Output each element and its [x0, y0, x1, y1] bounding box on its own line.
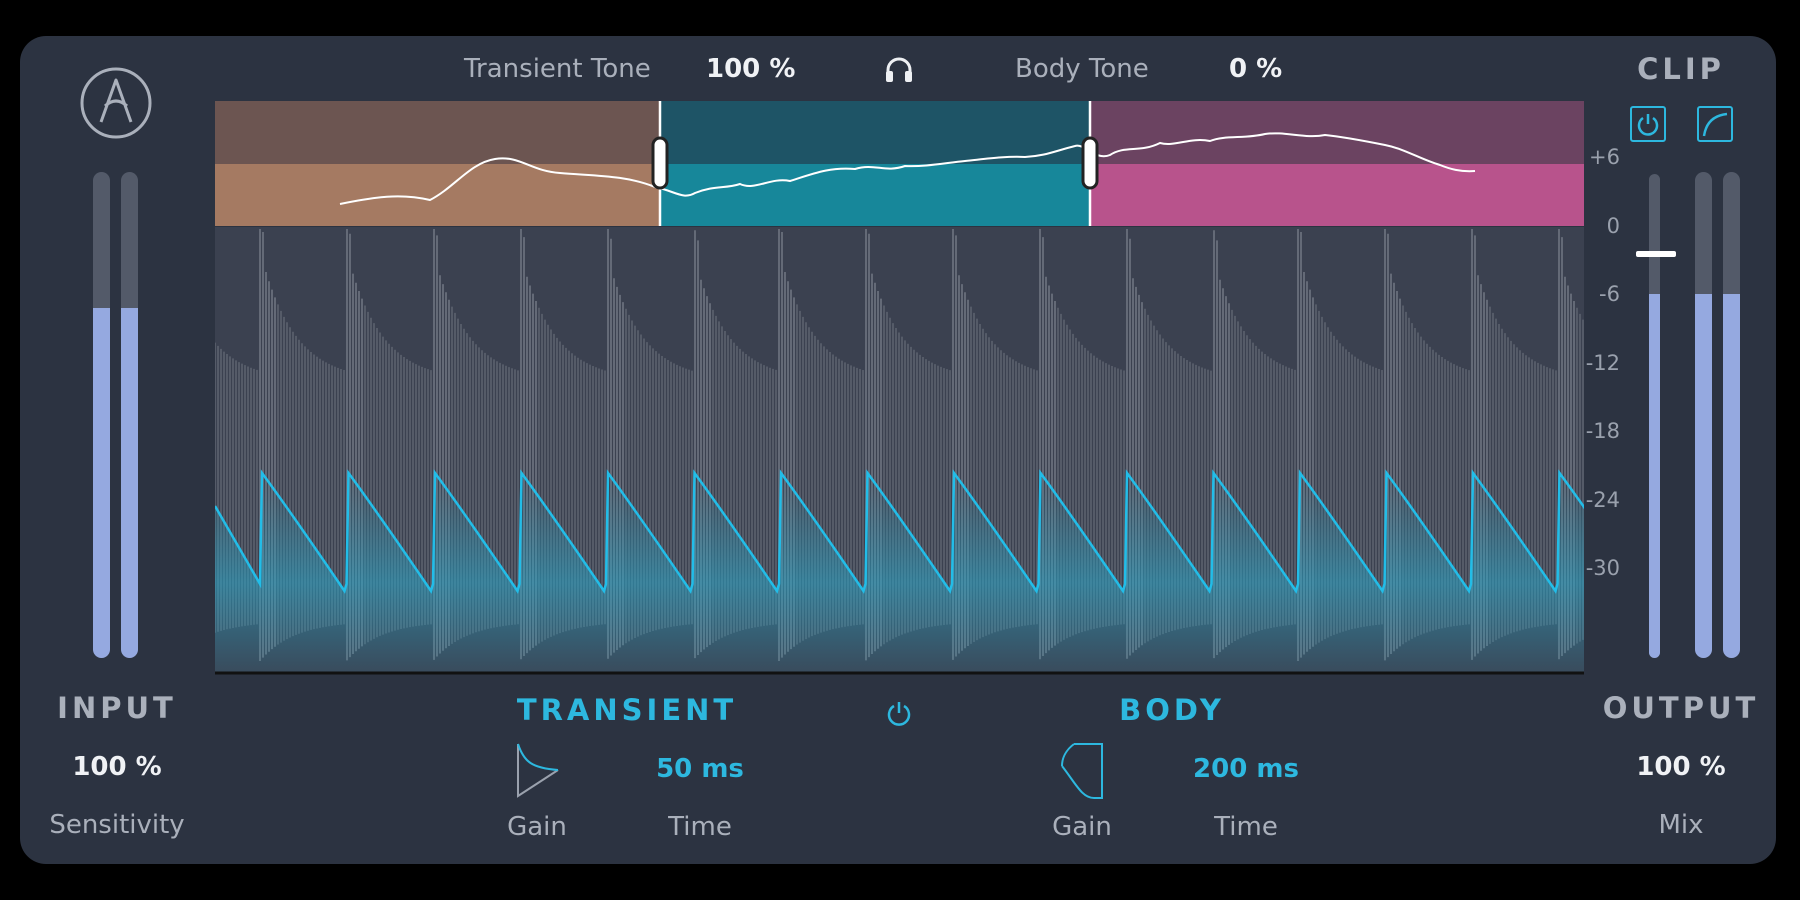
transient-time-label: Time [668, 812, 732, 842]
crossover-handle-low[interactable] [651, 136, 669, 190]
clip-power-button[interactable] [1630, 106, 1666, 142]
db-scale-label: -6 [1599, 282, 1620, 306]
body-band-top [1090, 101, 1584, 164]
input-heading: INPUT [57, 691, 177, 725]
mid-band[interactable] [660, 164, 1090, 226]
waveform-display[interactable] [215, 101, 1584, 675]
crossover-handle-high[interactable] [1081, 136, 1099, 190]
soft-clip-curve-icon [1702, 112, 1728, 137]
body-time-label: Time [1214, 812, 1278, 842]
clip-threshold-handle[interactable] [1636, 251, 1676, 257]
output-heading: OUTPUT [1602, 691, 1760, 725]
input-meter-left [93, 172, 110, 658]
mid-band-top [660, 101, 1090, 164]
sensitivity-value[interactable]: 100 % [72, 752, 161, 782]
transient-gain-label: Gain [507, 812, 567, 842]
headphones-icon[interactable] [884, 56, 914, 84]
transient-tone-label: Transient Tone [464, 54, 651, 84]
body-tone-value[interactable]: 0 % [1229, 54, 1282, 84]
db-scale-label: -24 [1585, 487, 1620, 512]
mix-label: Mix [1658, 810, 1704, 840]
plugin-panel: INPUT 100 % Sensitivity Transient Tone 1… [20, 36, 1776, 864]
db-scale-label: -18 [1585, 419, 1620, 443]
body-gain-icon[interactable] [1054, 740, 1108, 800]
transient-time-value[interactable]: 50 ms [656, 754, 744, 784]
db-scale-label: 0 [1606, 213, 1620, 238]
transient-heading: TRANSIENT [516, 693, 738, 727]
body-time-value[interactable]: 200 ms [1193, 754, 1299, 784]
clip-threshold-meter[interactable] [1649, 174, 1660, 658]
transient-band-top [215, 101, 660, 164]
sensitivity-label: Sensitivity [49, 810, 185, 840]
db-scale-label: -12 [1585, 350, 1620, 375]
output-meter-left [1695, 172, 1712, 658]
clip-label: CLIP [1637, 52, 1725, 86]
power-icon [1637, 114, 1659, 136]
db-scale-label: +6 [1589, 145, 1620, 169]
mix-value[interactable]: 100 % [1636, 752, 1725, 782]
body-gain-label: Gain [1052, 812, 1112, 842]
body-tone-label: Body Tone [1015, 54, 1149, 84]
transient-tone-value[interactable]: 100 % [706, 54, 795, 84]
output-meter-right [1723, 172, 1740, 658]
arturia-logo-icon [80, 67, 152, 139]
input-meter-right [121, 172, 138, 658]
transient-gain-icon[interactable] [510, 740, 564, 800]
clip-curve-button[interactable] [1697, 106, 1733, 142]
power-icon[interactable] [884, 698, 914, 728]
body-heading: BODY [1119, 693, 1225, 727]
body-band[interactable] [1090, 164, 1584, 226]
db-scale-label: -30 [1585, 556, 1620, 580]
